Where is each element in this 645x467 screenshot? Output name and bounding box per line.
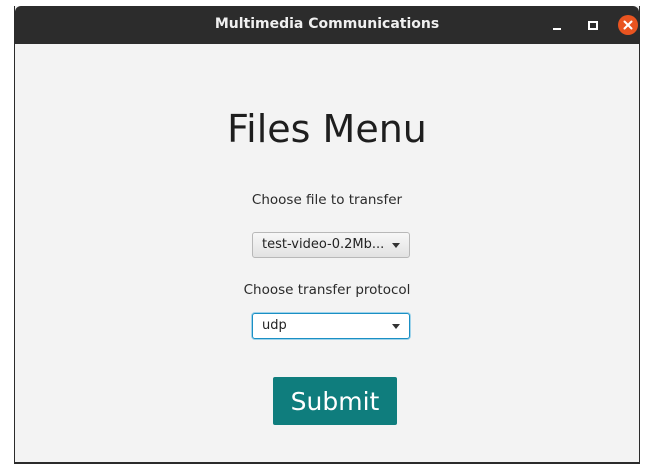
minimize-button[interactable] (547, 15, 567, 35)
maximize-button[interactable] (583, 15, 603, 35)
window-title: Multimedia Communications (214, 16, 440, 32)
protocol-select-dropdown[interactable]: udp (252, 313, 410, 339)
file-select-dropdown[interactable]: test-video-0.2Mb... (252, 232, 410, 258)
chevron-down-icon (392, 243, 400, 248)
protocol-select-value: udp (262, 318, 287, 333)
page-title: Files Menu (227, 107, 427, 151)
chevron-down-icon (392, 324, 400, 329)
close-button[interactable] (618, 15, 638, 35)
protocol-select-label: Choose transfer protocol (243, 282, 411, 298)
submit-button[interactable]: Submit (273, 377, 397, 425)
title-bar[interactable]: Multimedia Communications (15, 6, 639, 44)
file-select-value: test-video-0.2Mb... (262, 237, 385, 252)
app-window: Multimedia Communications Files Menu Cho… (14, 6, 640, 464)
close-icon (623, 20, 633, 30)
minimize-icon (553, 28, 561, 30)
maximize-icon (588, 20, 598, 30)
files-menu-panel: Files Menu Choose file to transfer test-… (15, 44, 639, 462)
file-select-label: Choose file to transfer (251, 192, 403, 208)
